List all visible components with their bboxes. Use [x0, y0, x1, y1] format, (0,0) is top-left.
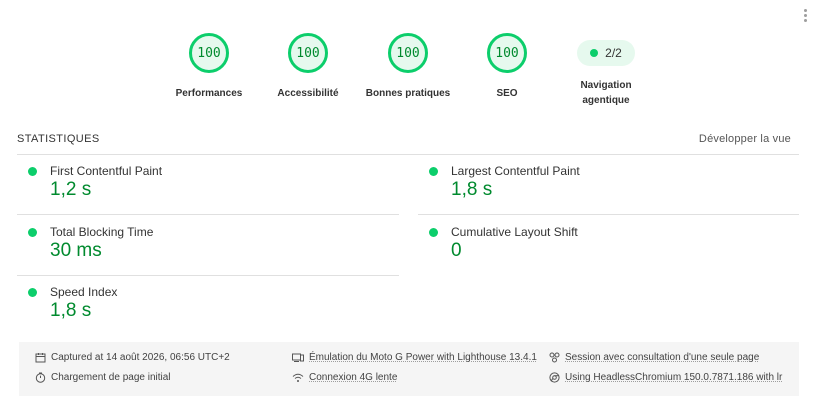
expand-view-button[interactable]: Développer la vue	[699, 133, 791, 145]
stats-title: STATISTIQUES	[17, 133, 100, 145]
metric-value: 30 ms	[50, 240, 102, 261]
metric-value: 0	[451, 240, 462, 261]
pass-dot-icon	[590, 49, 599, 57]
load-info: Chargement de page initial	[35, 372, 171, 383]
captured-text: Captured at 14 août 2026, 06:56 UTC+2	[51, 352, 230, 363]
score-value: 100	[495, 45, 519, 61]
session-text: Session avec consultation d'une seule pa…	[565, 352, 760, 363]
connection-text: Connexion 4G lente	[309, 372, 398, 383]
divider	[17, 275, 399, 276]
metric-name: Largest Contentful Paint	[451, 164, 580, 178]
session-info[interactable]: Session avec consultation d'une seule pa…	[549, 352, 759, 363]
divider	[17, 154, 799, 155]
timer-icon	[35, 372, 46, 383]
score-ring: 100	[189, 33, 229, 73]
score-value: 100	[296, 45, 320, 61]
pass-dot-icon	[28, 167, 37, 176]
more-options-icon[interactable]	[804, 9, 808, 23]
pass-dot-icon	[28, 288, 37, 297]
runtime-settings: Captured at 14 août 2026, 06:56 UTC+2 Ch…	[19, 342, 799, 396]
pass-dot-icon	[28, 228, 37, 237]
metric-value: 1,2 s	[50, 179, 92, 200]
emulation-text: Émulation du Moto G Power with Lighthous…	[309, 352, 537, 363]
browser-text: Using HeadlessChromium 150.0.7871.186 wi…	[565, 372, 783, 383]
wifi-icon	[292, 373, 304, 382]
stats-header: STATISTIQUES Développer la vue	[17, 133, 791, 149]
divider	[418, 214, 799, 215]
score-gauges: 100 Performances 100 Accessibilité 100 B…	[0, 33, 820, 123]
metric-value: 1,8 s	[50, 300, 92, 321]
browser-info[interactable]: Using HeadlessChromium 150.0.7871.186 wi…	[549, 372, 782, 383]
gauge-label-line1: Navigation	[580, 80, 632, 91]
metric-name: Speed Index	[50, 285, 118, 299]
metric-name: Cumulative Layout Shift	[451, 225, 578, 239]
pass-dot-icon	[429, 228, 438, 237]
metric-name: Total Blocking Time	[50, 225, 154, 239]
gauge-label-line2: agentique	[582, 95, 630, 106]
metric-value: 1,8 s	[451, 179, 493, 200]
agentic-pill: 2/2	[577, 40, 635, 66]
score-value: 100	[197, 45, 221, 61]
gauge-agentic-navigation[interactable]: 2/2 Navigation agentique	[546, 33, 666, 108]
pass-dot-icon	[429, 167, 438, 176]
session-icon	[549, 352, 560, 363]
gauge-label: Navigation agentique	[546, 78, 666, 108]
score-value: 100	[396, 45, 420, 61]
emulation-info[interactable]: Émulation du Moto G Power with Lighthous…	[292, 352, 537, 363]
score-ring: 100	[487, 33, 527, 73]
agentic-value: 2/2	[605, 46, 622, 60]
device-icon	[292, 353, 304, 362]
load-text: Chargement de page initial	[51, 372, 171, 383]
connection-info[interactable]: Connexion 4G lente	[292, 372, 397, 383]
metric-name: First Contentful Paint	[50, 164, 163, 178]
captured-info: Captured at 14 août 2026, 06:56 UTC+2	[35, 352, 230, 363]
score-ring: 100	[388, 33, 428, 73]
chrome-icon	[549, 372, 560, 383]
calendar-icon	[35, 353, 46, 363]
divider	[17, 214, 399, 215]
score-ring: 100	[288, 33, 328, 73]
